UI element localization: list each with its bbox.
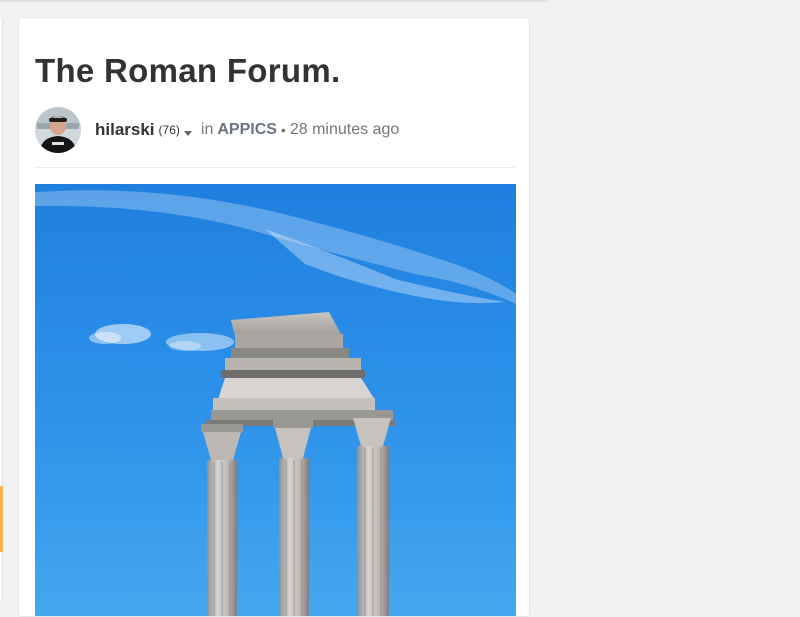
post-image[interactable] <box>35 184 516 616</box>
left-panel-accent <box>0 486 3 552</box>
divider <box>35 167 515 168</box>
meta-separator: • <box>280 122 286 138</box>
top-shadow <box>0 0 548 3</box>
author-name[interactable]: hilarski <box>95 120 155 140</box>
post-meta: hilarski (76) in APPICS • 28 minutes ago <box>35 106 399 154</box>
avatar-image <box>35 107 81 153</box>
post-card: The Roman Forum. hilarski (76) in APPICS… <box>18 17 530 617</box>
in-label: in <box>200 121 214 138</box>
author-reputation: (76) <box>158 123 180 137</box>
community-link[interactable]: APPICS <box>217 121 277 139</box>
author-avatar[interactable] <box>35 107 81 153</box>
caret-down-icon[interactable] <box>181 125 195 136</box>
post-timestamp: 28 minutes ago <box>289 121 400 138</box>
post-title[interactable]: The Roman Forum. <box>35 51 340 91</box>
roman-forum-columns-photo <box>35 184 516 616</box>
